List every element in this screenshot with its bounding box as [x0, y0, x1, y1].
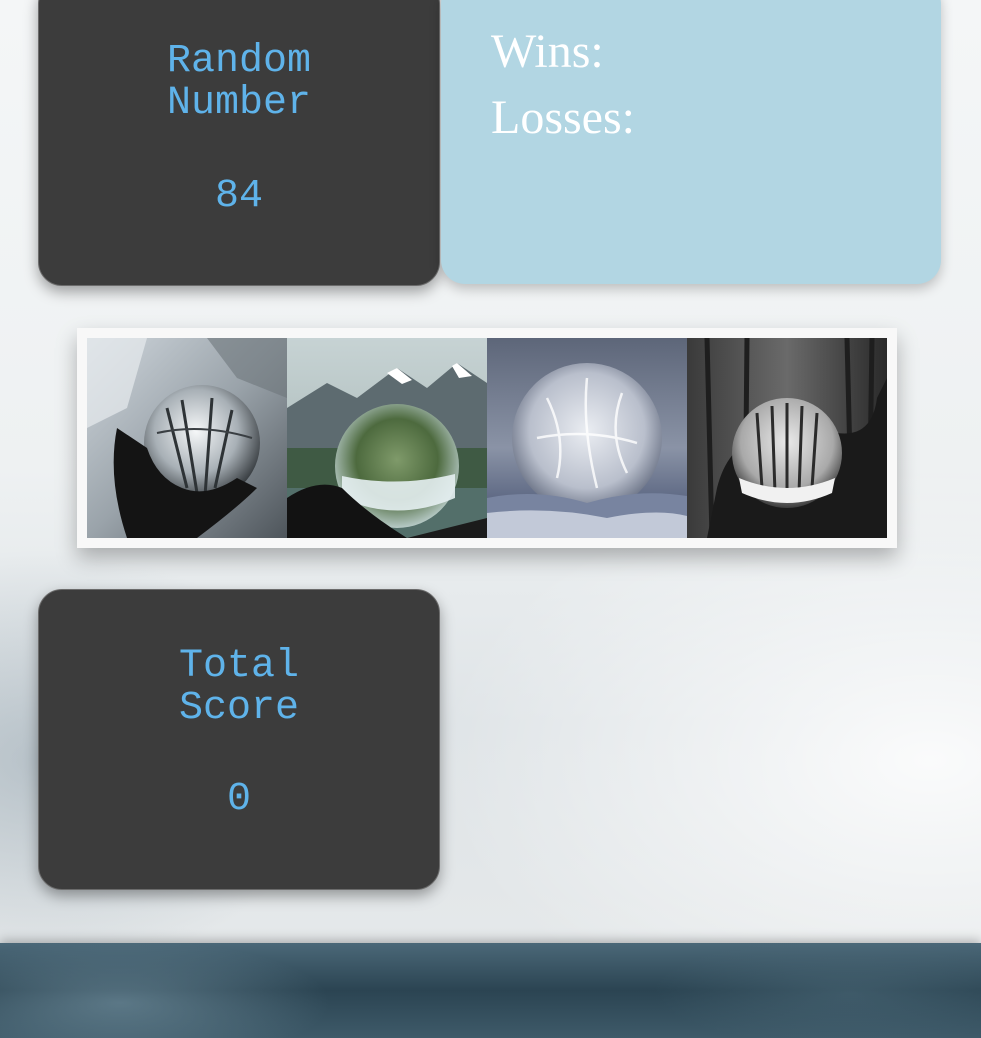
losses-label: Losses:: [491, 91, 635, 144]
random-number-value: 84: [214, 174, 263, 219]
crystal-row: [77, 328, 897, 548]
random-number-box: Random Number 84: [38, 0, 440, 286]
crystal-ball-mountains-image: [287, 338, 487, 538]
random-number-title: Random Number: [166, 39, 312, 126]
crystal-4[interactable]: [687, 338, 887, 538]
stats-box: Wins: Losses:: [441, 0, 941, 284]
crystal-ball-forest-image: [687, 338, 887, 538]
crystal-1[interactable]: [87, 338, 287, 538]
crystal-2[interactable]: [287, 338, 487, 538]
crystal-ball-architecture-image: [87, 338, 287, 538]
total-score-value: 0: [226, 777, 251, 822]
crystal-3[interactable]: [487, 338, 687, 538]
frozen-bubble-image: [487, 338, 687, 538]
wins-label: Wins:: [491, 25, 604, 78]
total-score-title: Total Score: [178, 644, 300, 731]
footer-band: [0, 943, 981, 1038]
total-score-box: Total Score 0: [38, 589, 440, 890]
